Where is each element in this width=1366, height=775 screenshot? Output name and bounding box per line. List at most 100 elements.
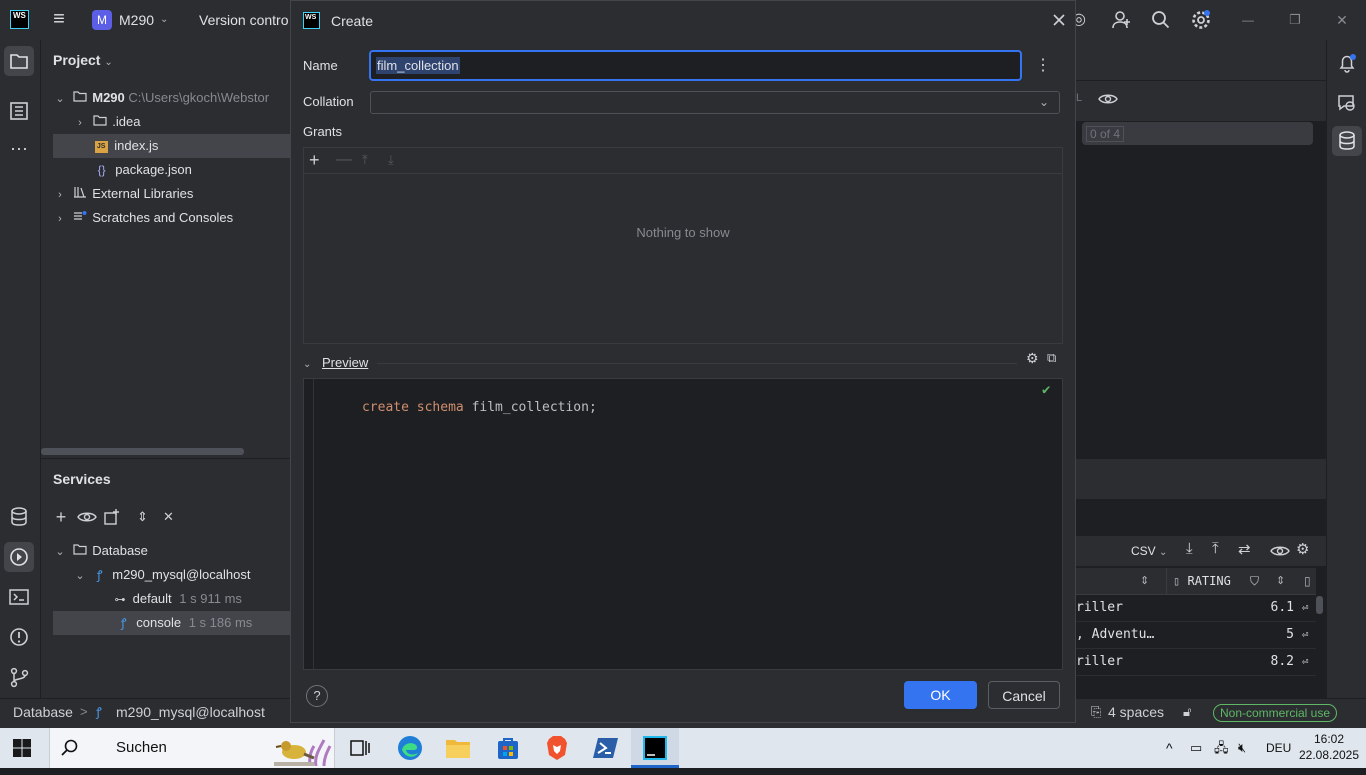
project-panel-title[interactable]: Project ⌄ [53, 50, 113, 73]
close-dialog-button[interactable] [1049, 10, 1069, 30]
webstorm-taskbar-icon[interactable] [631, 728, 679, 768]
collation-dropdown[interactable]: ⌄ [370, 91, 1060, 114]
search-placeholder: Suchen [116, 739, 167, 756]
language-indicator[interactable]: DEU [1266, 728, 1291, 768]
eye-icon[interactable] [1270, 543, 1290, 562]
notifications-bell-icon[interactable] [1332, 48, 1362, 78]
move-down-icon[interactable]: ⤓ [388, 148, 394, 172]
tree-row-console[interactable]: ꝭ console 1 s 186 ms [53, 611, 290, 635]
tree-row-datasource[interactable]: ⌄ ꝭ m290_mysql@localhost [73, 563, 290, 587]
tree-row-packagejson[interactable]: {} package.json [53, 158, 290, 182]
settings-gear-icon[interactable]: ⚙ [1026, 350, 1039, 367]
tree-row-external-libraries[interactable]: › External Libraries [53, 182, 290, 206]
collapse-all-icon[interactable]: ✕ [163, 505, 174, 529]
breadcrumb-root[interactable]: Database [13, 699, 73, 725]
vcs-widget[interactable]: Version contro [199, 8, 289, 32]
chevron-down-icon: ⌄ [55, 93, 65, 105]
filter-icon[interactable]: ⛉ [1250, 568, 1259, 594]
name-field[interactable]: film_collection [369, 50, 1022, 81]
compare-icon[interactable]: ⇄ [1238, 540, 1251, 558]
chevron-down-icon: ⌄ [104, 57, 113, 68]
problems-tool-icon[interactable] [4, 622, 34, 652]
search-icon[interactable] [1150, 8, 1172, 32]
sort-icon[interactable]: ⇕ [1276, 568, 1285, 594]
cancel-button[interactable]: Cancel [988, 681, 1060, 709]
indent-setting[interactable]: 4 spaces [1108, 699, 1164, 725]
tree-row-indexjs[interactable]: JS index.js [53, 134, 290, 158]
more-options-icon[interactable]: ⋮ [1033, 56, 1053, 76]
result-row[interactable]: riller 8.2 ⏎ [1076, 649, 1316, 676]
volume-muted-icon[interactable]: 🔇︎ [1238, 728, 1246, 768]
tree-row-idea[interactable]: › .idea [73, 110, 290, 134]
windows-taskbar: Suchen ^ ▭ 🖧︎ 🔇︎ DEU 16:02 22.08.2025 [0, 728, 1366, 768]
horizontal-scrollbar[interactable] [41, 448, 244, 455]
restore-button[interactable]: ❐ [1283, 8, 1307, 32]
grants-label: Grants [303, 124, 343, 139]
breadcrumb-leaf[interactable]: m290_mysql@localhost [116, 699, 265, 725]
tree-row-default[interactable]: ⊶ default 1 s 911 ms [111, 587, 290, 611]
add-grant-icon[interactable]: + [309, 148, 320, 172]
tray-device-icon[interactable]: ▭ [1190, 728, 1202, 768]
preview-divider [377, 363, 1017, 364]
network-icon[interactable]: 🖧︎ [1214, 728, 1229, 768]
close-window-button[interactable]: ✕ [1330, 8, 1354, 32]
brave-browser-icon[interactable] [533, 728, 581, 768]
settings-gear-icon[interactable] [1190, 8, 1212, 32]
l-glyph: L [1076, 92, 1083, 104]
main-menu-button[interactable]: ≡ [48, 8, 70, 32]
dialog-app-icon: WS [303, 12, 320, 29]
download-icon[interactable]: ⤓ [1186, 540, 1193, 557]
license-badge[interactable]: Non-commercial use [1213, 704, 1338, 722]
preview-code-area[interactable]: create schema film_collection; ✔ [303, 378, 1063, 670]
settings-gear-icon[interactable]: ⚙ [1296, 540, 1309, 558]
project-tool-button[interactable] [4, 46, 34, 76]
column-header-rating[interactable]: ▯ RATING [1166, 568, 1231, 594]
structure-tool-icon[interactable] [4, 96, 34, 126]
eye-icon[interactable] [1098, 91, 1118, 110]
database-tool-icon[interactable] [4, 502, 34, 532]
powershell-icon[interactable] [582, 728, 630, 768]
move-up-icon[interactable]: ⤒ [362, 148, 368, 172]
ok-button[interactable]: OK [904, 681, 977, 709]
clock[interactable]: 16:02 22.08.2025 [1296, 731, 1362, 763]
terminal-tool-icon[interactable] [4, 582, 34, 612]
read-only-lock-icon[interactable]: 🔓︎ [1183, 699, 1191, 725]
folder-icon [71, 86, 89, 110]
store-icon[interactable] [484, 728, 532, 768]
minimize-button[interactable]: — [1236, 8, 1260, 32]
remove-grant-icon[interactable]: — [336, 148, 352, 172]
cell-genre: riller [1076, 654, 1123, 669]
sort-icon[interactable]: ⇕ [1140, 568, 1149, 594]
expand-all-icon[interactable]: ⇕ [137, 505, 148, 529]
file-explorer-icon[interactable] [434, 728, 482, 768]
result-row[interactable]: , Adventu… 5 ⏎ [1076, 622, 1316, 649]
open-in-editor-icon[interactable]: ⧉ [1047, 350, 1056, 366]
ai-chat-icon[interactable] [1332, 88, 1362, 118]
project-panel-title-label: Project [53, 52, 101, 68]
more-tools-icon[interactable]: ⋯ [4, 136, 34, 166]
upload-icon[interactable]: ⤒ [1212, 540, 1219, 557]
taskbar-search-box[interactable]: Suchen [49, 728, 335, 768]
database-explorer-button[interactable] [1332, 126, 1362, 156]
result-row[interactable]: riller 6.1 ⏎ [1076, 595, 1316, 622]
vertical-scrollbar[interactable] [1316, 596, 1323, 614]
format-dropdown[interactable]: CSV ⌄ [1131, 536, 1167, 568]
search-highlight-bird-icon [264, 732, 332, 767]
help-button[interactable]: ? [306, 685, 328, 707]
eye-icon[interactable] [77, 509, 97, 528]
code-with-me-icon[interactable] [1110, 8, 1132, 32]
start-button[interactable] [12, 738, 32, 758]
preview-section-header[interactable]: ⌄ Preview [303, 353, 368, 373]
grants-table[interactable]: + — ⤒ ⤓ Nothing to show [303, 147, 1063, 344]
git-tool-icon[interactable] [4, 662, 34, 692]
task-view-icon[interactable] [336, 728, 384, 768]
services-tool-button[interactable] [4, 542, 34, 572]
tree-row-root[interactable]: ⌄ M290 C:\Users\gkoch\Webstor [53, 86, 290, 110]
new-tab-icon[interactable] [103, 508, 121, 529]
tray-overflow-icon[interactable]: ^ [1166, 728, 1173, 768]
tree-row-database[interactable]: ⌄ Database [53, 539, 290, 563]
tree-row-scratches[interactable]: › Scratches and Consoles [53, 206, 290, 230]
add-service-icon[interactable]: + [51, 505, 71, 529]
edge-browser-icon[interactable] [386, 728, 434, 768]
cell-genre: riller [1076, 600, 1123, 615]
